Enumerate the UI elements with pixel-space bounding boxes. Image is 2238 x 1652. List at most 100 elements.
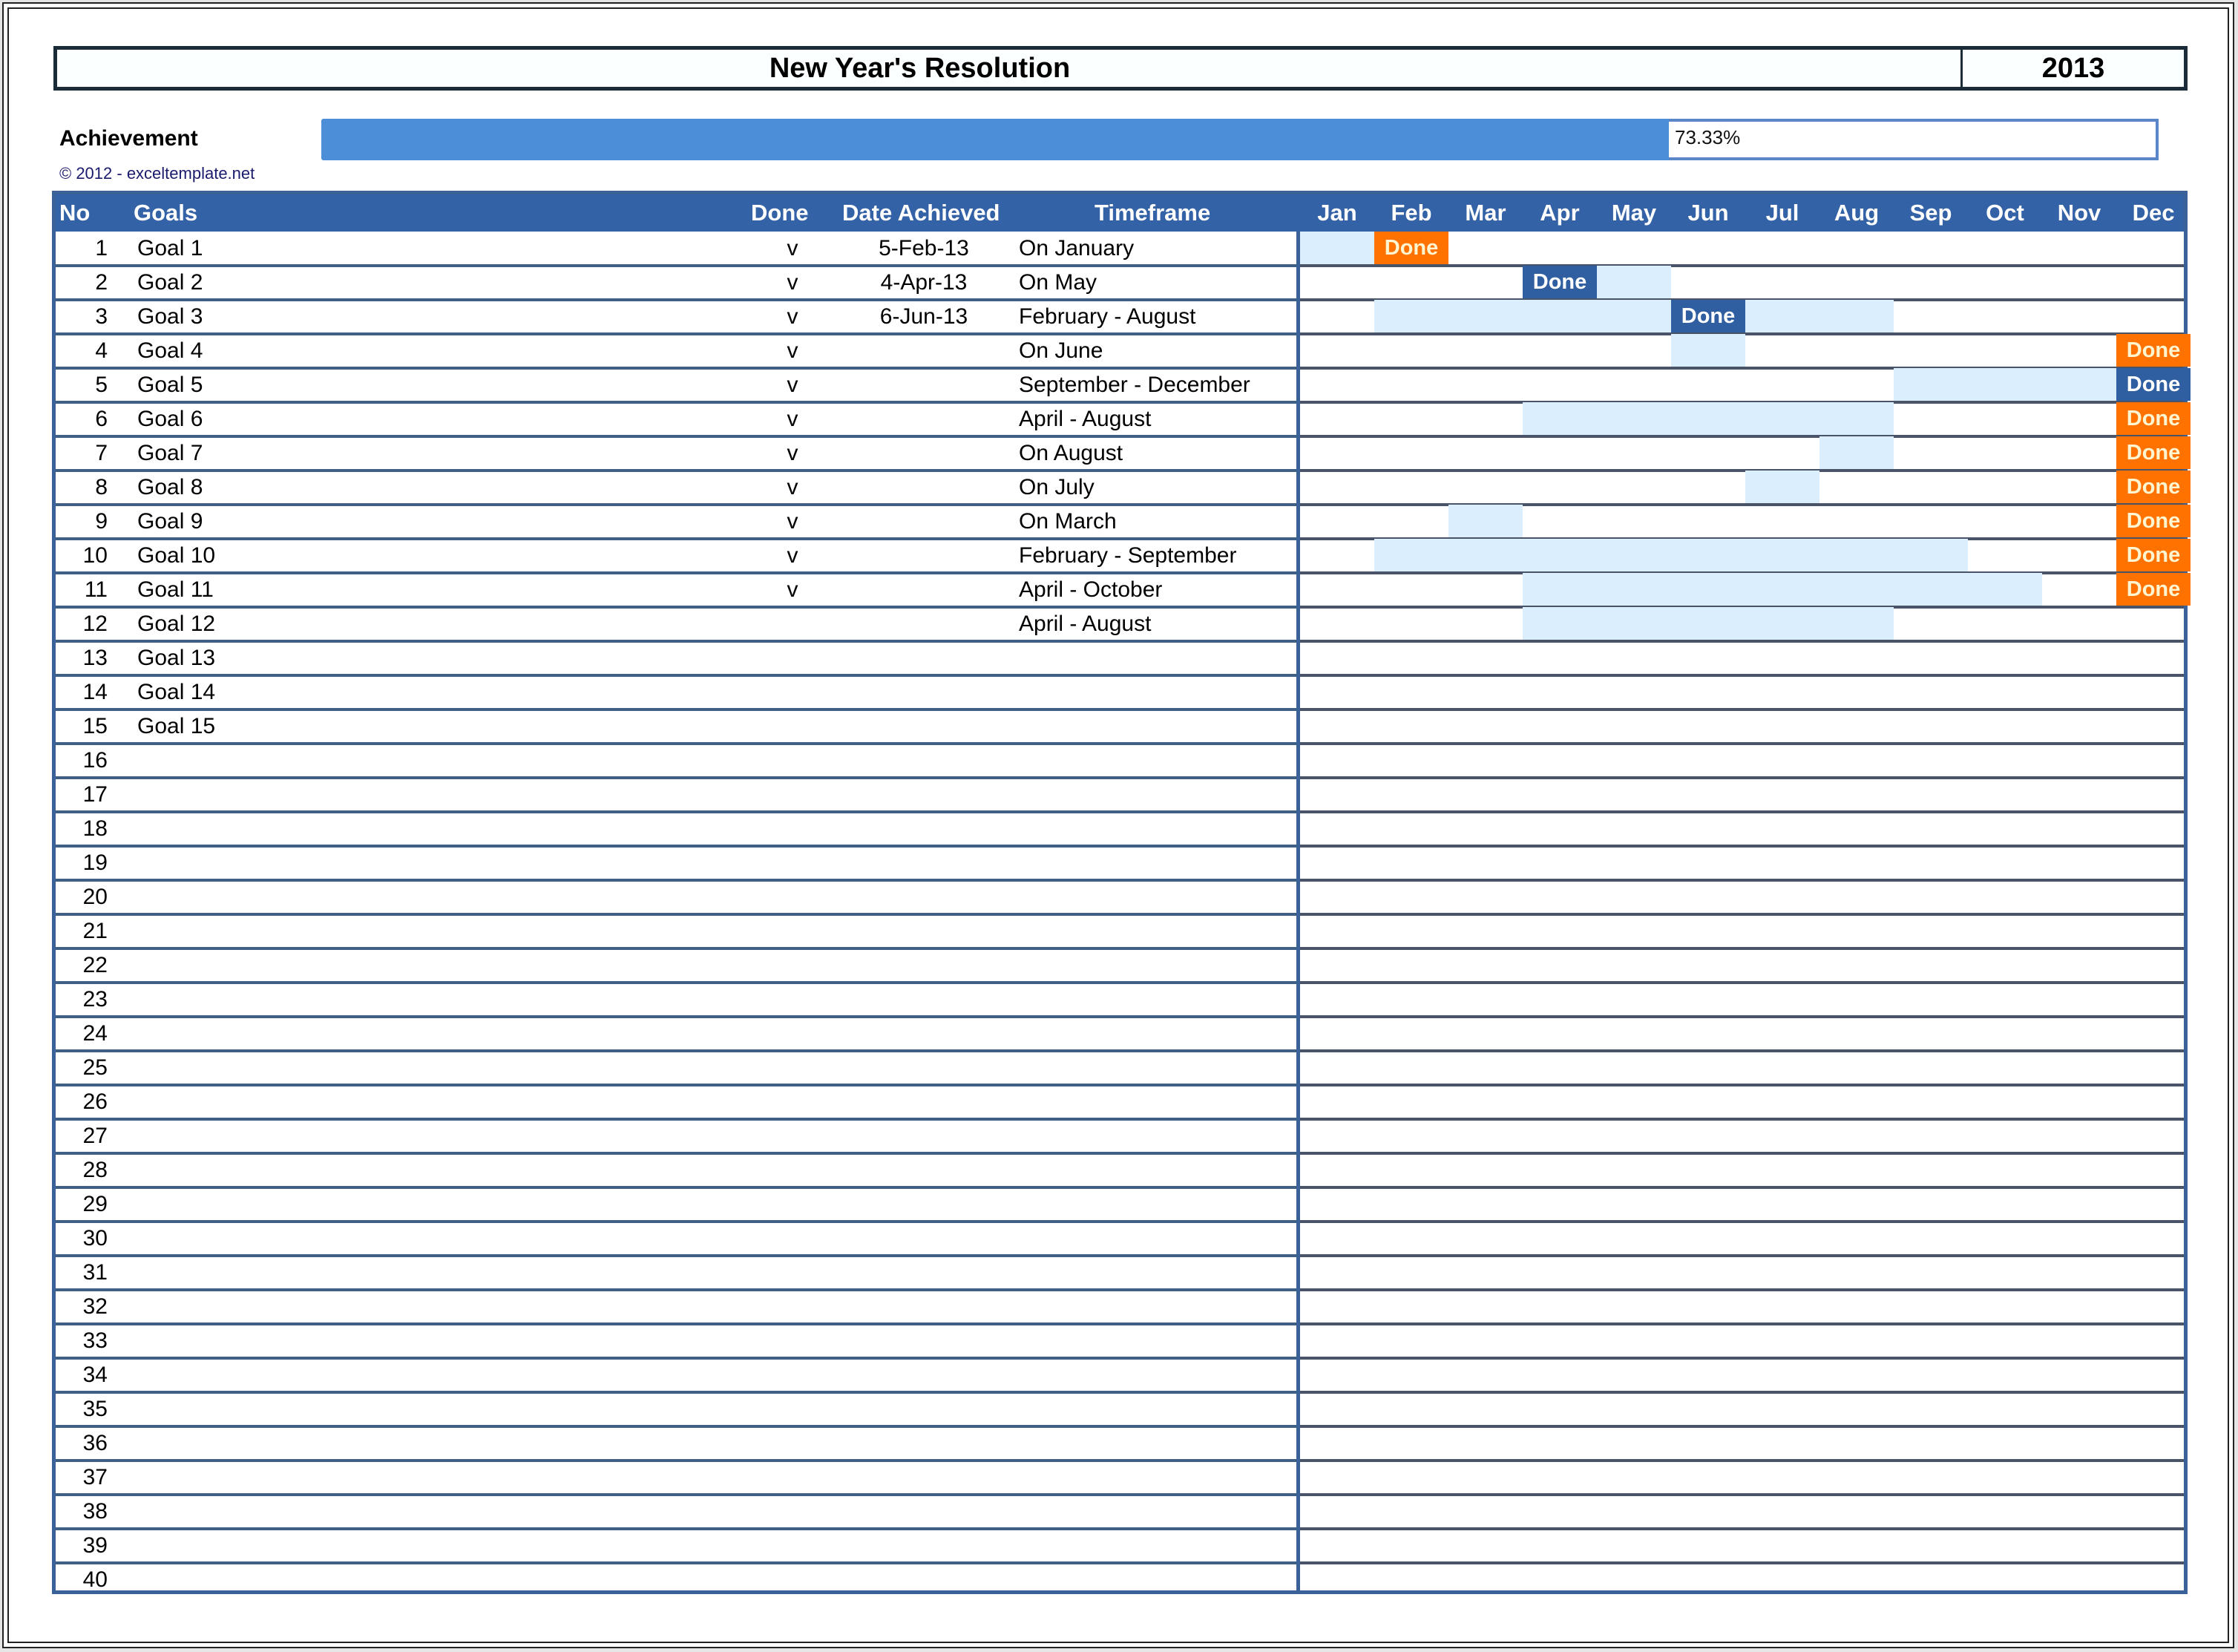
date-achieved[interactable] <box>857 1495 991 1529</box>
goal-name[interactable]: Goal 13 <box>137 641 215 675</box>
table-row[interactable]: 17 <box>56 778 2184 813</box>
done-check[interactable] <box>768 1529 817 1563</box>
table-row[interactable]: 35 <box>56 1392 2184 1428</box>
table-row[interactable]: 31 <box>56 1256 2184 1291</box>
done-check[interactable]: v <box>768 300 817 334</box>
table-row[interactable]: Done 5 Goal 5 v September - December <box>56 368 2191 404</box>
done-check[interactable] <box>768 1187 817 1222</box>
goal-name[interactable]: Goal 3 <box>137 300 203 334</box>
timeframe[interactable]: February - August <box>1019 300 1195 334</box>
row-number[interactable]: 33 <box>56 1324 108 1358</box>
done-check[interactable] <box>768 948 817 983</box>
table-row[interactable]: 14 Goal 14 <box>56 675 2184 711</box>
date-achieved[interactable] <box>857 1085 991 1119</box>
date-achieved[interactable] <box>857 948 991 983</box>
timeframe[interactable]: On August <box>1019 436 1123 471</box>
timeframe[interactable]: September - December <box>1019 368 1250 402</box>
done-check[interactable] <box>768 1461 817 1495</box>
date-achieved[interactable] <box>857 402 991 436</box>
row-number[interactable]: 2 <box>56 266 108 300</box>
done-check[interactable] <box>768 1153 817 1187</box>
table-row[interactable]: 27 <box>56 1119 2184 1155</box>
timeframe[interactable]: On June <box>1019 334 1103 368</box>
done-check[interactable] <box>768 914 817 948</box>
done-check[interactable] <box>768 675 817 709</box>
date-achieved[interactable]: 5-Feb-13 <box>857 232 991 266</box>
table-row[interactable]: 21 <box>56 914 2184 950</box>
goal-name[interactable]: Goal 12 <box>137 607 215 641</box>
table-row[interactable]: 23 <box>56 983 2184 1018</box>
done-check[interactable]: v <box>768 471 817 505</box>
row-number[interactable]: 13 <box>56 641 108 675</box>
table-row[interactable]: Done 1 Goal 1 v 5-Feb-13 On January <box>56 232 2184 267</box>
done-check[interactable]: v <box>768 334 817 368</box>
done-check[interactable] <box>768 1290 817 1324</box>
table-row[interactable]: 24 <box>56 1017 2184 1052</box>
timeframe[interactable]: On July <box>1019 471 1095 505</box>
date-achieved[interactable] <box>857 368 991 402</box>
date-achieved[interactable] <box>857 607 991 641</box>
title-cell[interactable]: New Year's Resolution <box>57 50 1963 87</box>
row-number[interactable]: 8 <box>56 471 108 505</box>
goal-name[interactable]: Goal 15 <box>137 709 215 744</box>
date-achieved[interactable] <box>857 1153 991 1187</box>
done-check[interactable] <box>768 1085 817 1119</box>
row-number[interactable]: 19 <box>56 846 108 880</box>
row-number[interactable]: 40 <box>56 1563 108 1597</box>
date-achieved[interactable] <box>857 505 991 539</box>
timeframe[interactable]: February - September <box>1019 539 1236 573</box>
row-number[interactable]: 7 <box>56 436 108 471</box>
date-achieved[interactable] <box>857 1119 991 1153</box>
table-row[interactable]: 25 <box>56 1051 2184 1086</box>
row-number[interactable]: 17 <box>56 778 108 812</box>
table-row[interactable]: 12 Goal 12 April - August <box>56 607 2184 643</box>
date-achieved[interactable] <box>857 812 991 846</box>
date-achieved[interactable] <box>857 1017 991 1051</box>
goal-name[interactable]: Goal 6 <box>137 402 203 436</box>
row-number[interactable]: 31 <box>56 1256 108 1290</box>
date-achieved[interactable]: 6-Jun-13 <box>857 300 991 334</box>
done-check[interactable] <box>768 1051 817 1085</box>
date-achieved[interactable] <box>857 1563 991 1597</box>
date-achieved[interactable] <box>857 1222 991 1256</box>
row-number[interactable]: 6 <box>56 402 108 436</box>
table-row[interactable]: 28 <box>56 1153 2184 1189</box>
done-check[interactable] <box>768 1324 817 1358</box>
date-achieved[interactable] <box>857 334 991 368</box>
date-achieved[interactable] <box>857 1426 991 1461</box>
row-number[interactable]: 37 <box>56 1461 108 1495</box>
date-achieved[interactable] <box>857 471 991 505</box>
done-check[interactable]: v <box>768 505 817 539</box>
date-achieved[interactable] <box>857 846 991 880</box>
done-check[interactable]: v <box>768 266 817 300</box>
done-check[interactable] <box>768 1392 817 1426</box>
row-number[interactable]: 10 <box>56 539 108 573</box>
goal-name[interactable]: Goal 8 <box>137 471 203 505</box>
date-achieved[interactable] <box>857 1529 991 1563</box>
timeframe[interactable]: April - August <box>1019 607 1151 641</box>
done-check[interactable] <box>768 709 817 744</box>
date-achieved[interactable] <box>857 1256 991 1290</box>
row-number[interactable]: 32 <box>56 1290 108 1324</box>
table-row[interactable]: Done 3 Goal 3 v 6-Jun-13 February - August <box>56 300 2184 335</box>
row-number[interactable]: 4 <box>56 334 108 368</box>
table-row[interactable]: 26 <box>56 1085 2184 1121</box>
table-row[interactable]: 38 <box>56 1495 2184 1530</box>
table-row[interactable]: 19 <box>56 846 2184 882</box>
table-row[interactable]: 33 <box>56 1324 2184 1360</box>
date-achieved[interactable] <box>857 675 991 709</box>
row-number[interactable]: 34 <box>56 1358 108 1392</box>
timeframe[interactable]: On May <box>1019 266 1097 300</box>
done-check[interactable]: v <box>768 368 817 402</box>
date-achieved[interactable] <box>857 914 991 948</box>
row-number[interactable]: 38 <box>56 1495 108 1529</box>
done-check[interactable] <box>768 1017 817 1051</box>
done-check[interactable] <box>768 880 817 914</box>
row-number[interactable]: 20 <box>56 880 108 914</box>
row-number[interactable]: 11 <box>56 573 108 607</box>
done-check[interactable]: v <box>768 436 817 471</box>
done-check[interactable]: v <box>768 539 817 573</box>
row-number[interactable]: 29 <box>56 1187 108 1222</box>
row-number[interactable]: 30 <box>56 1222 108 1256</box>
row-number[interactable]: 22 <box>56 948 108 983</box>
